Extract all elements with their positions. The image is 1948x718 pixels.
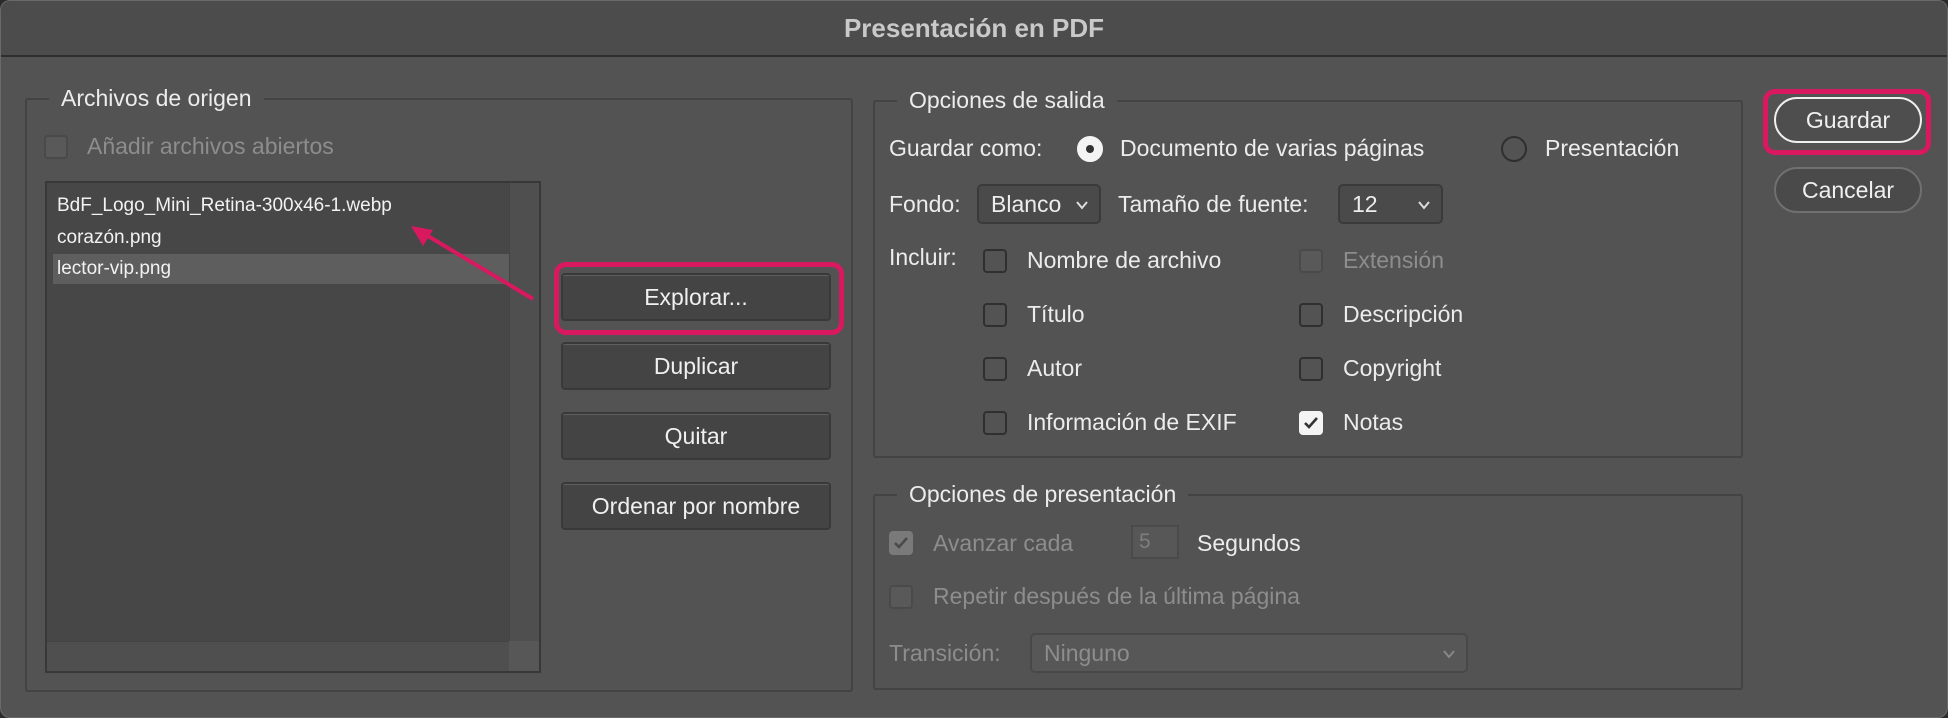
annotation-arrow xyxy=(411,226,535,301)
loop-checkbox[interactable] xyxy=(889,585,913,609)
transition-label: Transición: xyxy=(889,640,1001,666)
output-options-title: Opciones de salida xyxy=(897,84,1117,116)
advance-checkbox[interactable] xyxy=(889,531,913,555)
radio-presentation[interactable] xyxy=(1501,136,1527,162)
include-label: Incluir: xyxy=(889,244,957,270)
background-value: Blanco xyxy=(991,191,1062,217)
include-author-label[interactable]: Autor xyxy=(1027,353,1082,383)
radio-multipage-label[interactable]: Documento de varias páginas xyxy=(1120,133,1424,163)
include-copyright-checkbox[interactable] xyxy=(1299,357,1323,381)
include-extension-label: Extensión xyxy=(1343,247,1445,273)
chevron-down-icon xyxy=(1443,650,1455,659)
radio-multipage[interactable] xyxy=(1077,136,1103,162)
font-size-select[interactable]: 12 xyxy=(1338,184,1443,224)
include-filename-label[interactable]: Nombre de archivo xyxy=(1027,245,1221,275)
radio-presentation-label[interactable]: Presentación xyxy=(1545,133,1679,163)
background-label: Fondo: xyxy=(889,191,961,217)
include-title-checkbox[interactable] xyxy=(983,303,1007,327)
include-description-label[interactable]: Descripción xyxy=(1343,299,1463,329)
font-size-label: Tamaño de fuente: xyxy=(1118,191,1309,217)
transition-select[interactable]: Ninguno xyxy=(1030,633,1468,673)
checkmark-icon xyxy=(894,537,908,549)
include-exif-checkbox[interactable] xyxy=(983,411,1007,435)
include-copyright-label[interactable]: Copyright xyxy=(1343,353,1441,383)
seconds-label: Segundos xyxy=(1197,530,1301,556)
source-files-title: Archivos de origen xyxy=(49,82,264,114)
advance-seconds-input[interactable]: 5 xyxy=(1131,525,1179,559)
font-size-value: 12 xyxy=(1352,191,1378,217)
include-notes-checkbox[interactable] xyxy=(1299,411,1323,435)
window-title: Presentación en PDF xyxy=(1,1,1947,57)
transition-value: Ninguno xyxy=(1044,640,1130,666)
chevron-down-icon xyxy=(1418,201,1430,210)
include-extension-checkbox[interactable] xyxy=(1299,249,1323,273)
list-item[interactable]: BdF_Logo_Mini_Retina-300x46-1.webp xyxy=(53,191,511,221)
include-title-label[interactable]: Título xyxy=(1027,299,1085,329)
checkmark-icon xyxy=(1304,417,1318,429)
advance-label: Avanzar cada xyxy=(933,530,1074,556)
duplicate-button[interactable]: Duplicar xyxy=(561,342,831,390)
add-open-files-label: Añadir archivos abiertos xyxy=(87,133,334,159)
horizontal-scrollbar[interactable] xyxy=(47,641,511,671)
pdf-presentation-dialog: Presentación en PDF Archivos de origen A… xyxy=(0,0,1948,718)
include-filename-checkbox[interactable] xyxy=(983,249,1007,273)
browse-button[interactable]: Explorar... xyxy=(561,273,831,321)
sort-by-name-button[interactable]: Ordenar por nombre xyxy=(561,482,831,530)
include-notes-label[interactable]: Notas xyxy=(1343,407,1403,437)
save-button[interactable]: Guardar xyxy=(1774,97,1922,143)
remove-button[interactable]: Quitar xyxy=(561,412,831,460)
include-description-checkbox[interactable] xyxy=(1299,303,1323,327)
chevron-down-icon xyxy=(1076,201,1088,210)
include-exif-label[interactable]: Información de EXIF xyxy=(1027,407,1237,437)
scroll-corner xyxy=(509,641,539,671)
presentation-options-title: Opciones de presentación xyxy=(897,478,1189,510)
add-open-files-checkbox[interactable] xyxy=(44,135,68,159)
include-author-checkbox[interactable] xyxy=(983,357,1007,381)
save-as-label: Guardar como: xyxy=(889,135,1043,161)
background-select[interactable]: Blanco xyxy=(977,184,1101,224)
cancel-button[interactable]: Cancelar xyxy=(1774,167,1922,213)
loop-label: Repetir después de la última página xyxy=(933,583,1300,609)
